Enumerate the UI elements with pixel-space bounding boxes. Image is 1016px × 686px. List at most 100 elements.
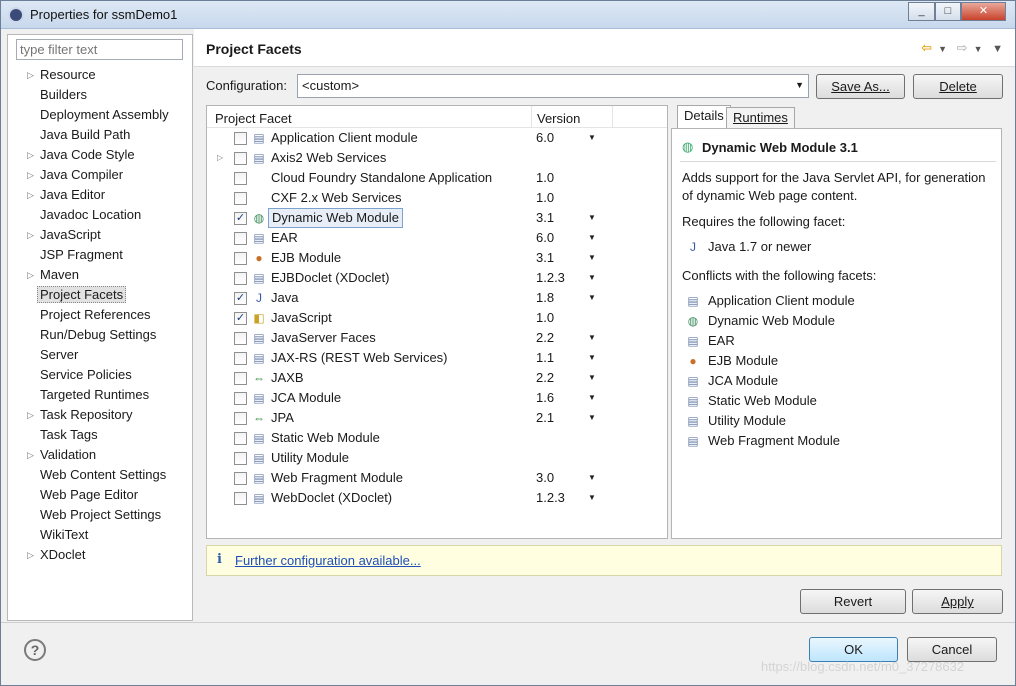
nav-item-web-content-settings[interactable]: Web Content Settings [8, 465, 192, 485]
facet-checkbox[interactable] [234, 452, 247, 465]
nav-item-validation[interactable]: ▷ Validation [8, 445, 192, 465]
facet-checkbox[interactable] [234, 172, 247, 185]
nav-item-wikitext[interactable]: WikiText [8, 525, 192, 545]
facet-checkbox[interactable] [234, 332, 247, 345]
nav-item-java-code-style[interactable]: ▷ Java Code Style [8, 145, 192, 165]
expand-arrow-icon[interactable]: ▷ [217, 148, 223, 168]
facet-row[interactable]: ▤ EJBDoclet (XDoclet) 1.2.3 ▼ [207, 268, 667, 288]
save-as-button[interactable]: Save As... [816, 74, 905, 99]
facet-row[interactable]: ▤ Application Client module 6.0 ▼ [207, 128, 667, 148]
facet-checkbox[interactable]: ✓ [234, 292, 247, 305]
expand-arrow-icon[interactable]: ▷ [27, 225, 34, 245]
facet-checkbox[interactable] [234, 392, 247, 405]
facet-row[interactable]: ▤ JCA Module 1.6 ▼ [207, 388, 667, 408]
facet-row[interactable]: CXF 2.x Web Services 1.0 [207, 188, 667, 208]
nav-item-maven[interactable]: ▷ Maven [8, 265, 192, 285]
version-dropdown-icon[interactable]: ▼ [588, 348, 596, 368]
version-dropdown-icon[interactable]: ▼ [588, 388, 596, 408]
version-dropdown-icon[interactable]: ▼ [588, 328, 596, 348]
expand-arrow-icon[interactable]: ▷ [27, 445, 34, 465]
nav-item-builders[interactable]: Builders [8, 85, 192, 105]
tab-details[interactable]: Details [677, 105, 731, 129]
facet-checkbox[interactable] [234, 232, 247, 245]
facet-row[interactable]: Cloud Foundry Standalone Application 1.0 [207, 168, 667, 188]
nav-item-run-debug-settings[interactable]: Run/Debug Settings [8, 325, 192, 345]
version-dropdown-icon[interactable]: ▼ [588, 288, 596, 308]
facet-row[interactable]: ⇔ JAXB 2.2 ▼ [207, 368, 667, 388]
apply-button[interactable]: Apply [912, 589, 1003, 614]
facet-row[interactable]: ⇔ JPA 2.1 ▼ [207, 408, 667, 428]
nav-item-resource[interactable]: ▷ Resource [8, 65, 192, 85]
expand-arrow-icon[interactable]: ▷ [27, 185, 34, 205]
nav-item-targeted-runtimes[interactable]: Targeted Runtimes [8, 385, 192, 405]
column-divider[interactable] [612, 106, 613, 128]
facet-checkbox[interactable] [234, 412, 247, 425]
minimize-button[interactable]: _ [908, 2, 935, 21]
facet-checkbox[interactable] [234, 432, 247, 445]
version-dropdown-icon[interactable]: ▼ [588, 128, 596, 148]
version-dropdown-icon[interactable]: ▼ [588, 408, 596, 428]
nav-item-web-project-settings[interactable]: Web Project Settings [8, 505, 192, 525]
version-dropdown-icon[interactable]: ▼ [588, 248, 596, 268]
facet-row[interactable]: ✓ ◍ Dynamic Web Module 3.1 ▼ [207, 208, 667, 228]
facet-checkbox[interactable] [234, 192, 247, 205]
facet-checkbox[interactable] [234, 132, 247, 145]
facet-row[interactable]: ▷ ▤ Axis2 Web Services [207, 148, 667, 168]
version-dropdown-icon[interactable]: ▼ [588, 268, 596, 288]
back-menu-chevron-icon[interactable]: ▼ [938, 44, 947, 54]
nav-item-server[interactable]: Server [8, 345, 192, 365]
facet-checkbox[interactable]: ✓ [234, 312, 247, 325]
version-dropdown-icon[interactable]: ▼ [588, 228, 596, 248]
facet-checkbox[interactable] [234, 152, 247, 165]
nav-item-deployment-assembly[interactable]: Deployment Assembly [8, 105, 192, 125]
column-version[interactable]: Version [537, 111, 580, 126]
version-dropdown-icon[interactable]: ▼ [588, 208, 596, 228]
facet-checkbox[interactable] [234, 352, 247, 365]
configuration-select[interactable]: <custom> ▼ [297, 74, 809, 98]
nav-item-java-editor[interactable]: ▷ Java Editor [8, 185, 192, 205]
facet-row[interactable]: ✓ ◧ JavaScript 1.0 [207, 308, 667, 328]
nav-item-service-policies[interactable]: Service Policies [8, 365, 192, 385]
expand-arrow-icon[interactable]: ▷ [27, 145, 34, 165]
version-dropdown-icon[interactable]: ▼ [588, 368, 596, 388]
close-button[interactable]: ✕ [961, 2, 1006, 21]
facet-row[interactable]: ▤ JavaServer Faces 2.2 ▼ [207, 328, 667, 348]
facet-checkbox[interactable] [234, 272, 247, 285]
facet-row[interactable]: ▤ Utility Module [207, 448, 667, 468]
filter-input[interactable] [16, 39, 183, 60]
expand-arrow-icon[interactable]: ▷ [27, 165, 34, 185]
nav-item-jsp-fragment[interactable]: JSP Fragment [8, 245, 192, 265]
back-arrow-icon[interactable]: ⇦ [921, 40, 932, 55]
facet-row[interactable]: ▤ Web Fragment Module 3.0 ▼ [207, 468, 667, 488]
version-dropdown-icon[interactable]: ▼ [588, 488, 596, 508]
facet-checkbox[interactable] [234, 492, 247, 505]
nav-item-xdoclet[interactable]: ▷ XDoclet [8, 545, 192, 565]
nav-item-java-build-path[interactable]: Java Build Path [8, 125, 192, 145]
expand-arrow-icon[interactable]: ▷ [27, 405, 34, 425]
nav-item-javadoc-location[interactable]: Javadoc Location [8, 205, 192, 225]
expand-arrow-icon[interactable]: ▷ [27, 265, 34, 285]
help-icon[interactable]: ? [24, 639, 46, 661]
nav-item-javascript[interactable]: ▷ JavaScript [8, 225, 192, 245]
facet-row[interactable]: ▤ JAX-RS (REST Web Services) 1.1 ▼ [207, 348, 667, 368]
facet-row[interactable]: ▤ WebDoclet (XDoclet) 1.2.3 ▼ [207, 488, 667, 508]
nav-item-task-repository[interactable]: ▷ Task Repository [8, 405, 192, 425]
facet-row[interactable]: ▤ EAR 6.0 ▼ [207, 228, 667, 248]
expand-arrow-icon[interactable]: ▷ [27, 65, 34, 85]
nav-item-java-compiler[interactable]: ▷ Java Compiler [8, 165, 192, 185]
facet-checkbox[interactable] [234, 252, 247, 265]
expand-arrow-icon[interactable]: ▷ [27, 545, 34, 565]
version-dropdown-icon[interactable]: ▼ [588, 468, 596, 488]
facet-checkbox[interactable] [234, 372, 247, 385]
maximize-button[interactable]: □ [935, 2, 961, 21]
facet-checkbox[interactable]: ✓ [234, 212, 247, 225]
tab-runtimes[interactable]: Runtimes [726, 107, 795, 129]
column-project-facet[interactable]: Project Facet [215, 111, 292, 126]
facet-row[interactable]: ▤ Static Web Module [207, 428, 667, 448]
nav-item-project-references[interactable]: Project References [8, 305, 192, 325]
column-divider[interactable] [531, 106, 532, 128]
nav-item-web-page-editor[interactable]: Web Page Editor [8, 485, 192, 505]
facet-checkbox[interactable] [234, 472, 247, 485]
delete-button[interactable]: Delete [913, 74, 1003, 99]
view-menu-icon[interactable]: ▼ [992, 43, 1003, 55]
